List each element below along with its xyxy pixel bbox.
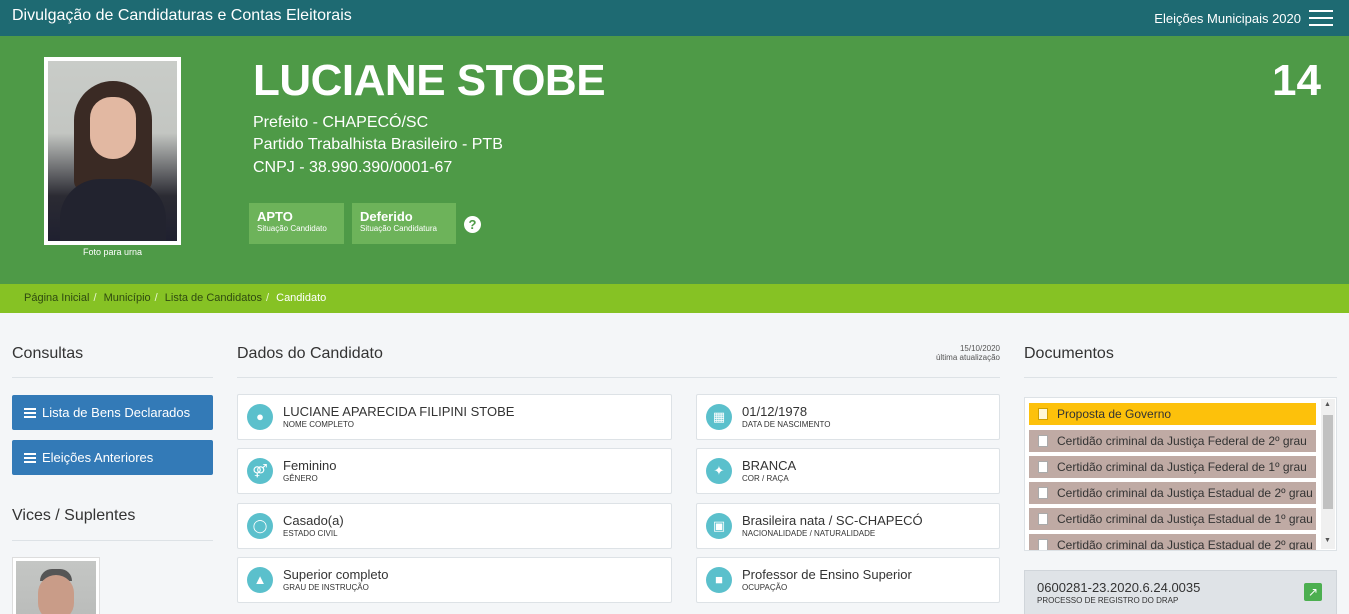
doc-certidao[interactable]: Certidão criminal da Justiça Estadual de… xyxy=(1029,534,1316,550)
scroll-up-icon[interactable]: ▲ xyxy=(1324,401,1331,408)
field-nome-completo: ● LUCIANE APARECIDA FILIPINI STOBE NOME C… xyxy=(237,394,672,440)
help-icon[interactable]: ? xyxy=(464,216,481,233)
eleicoes-anteriores-button[interactable]: Eleições Anteriores xyxy=(12,440,213,475)
documents-list: Proposta de Governo Certidão criminal da… xyxy=(1024,397,1337,551)
photo-caption: Foto para urna xyxy=(82,247,143,257)
doc-certidao[interactable]: Certidão criminal da Justiça Federal de … xyxy=(1029,456,1316,478)
candidate-name: LUCIANE STOBE xyxy=(253,56,606,105)
file-icon xyxy=(1038,487,1048,499)
processo-drap: 0600281-23.2020.6.24.0035 PROCESSO DE RE… xyxy=(1024,570,1337,614)
divider xyxy=(12,377,213,378)
candidate-number: 14 xyxy=(1272,56,1321,105)
field-ocupacao: ■ Professor de Ensino Superior OCUPAÇÃO xyxy=(696,557,1000,603)
ring-icon: ◯ xyxy=(247,513,273,539)
breadcrumb-lista-candidatos[interactable]: Lista de Candidatos xyxy=(165,292,262,304)
field-cor-raca: ✦ BRANCA COR / RAÇA xyxy=(696,448,1000,494)
vice-photo[interactable] xyxy=(12,557,100,614)
file-icon xyxy=(1038,513,1048,525)
gender-icon: ⚤ xyxy=(247,458,273,484)
last-updated: 15/10/2020 última atualização xyxy=(935,344,1000,362)
user-icon: ● xyxy=(247,404,273,430)
breadcrumb-home[interactable]: Página Inicial xyxy=(24,292,89,304)
field-nacionalidade: ▣ Brasileira nata / SC-CHAPECÓ NACIONALID… xyxy=(696,503,1000,549)
hamburger-menu-icon[interactable] xyxy=(1309,10,1333,26)
doc-certidao[interactable]: Certidão criminal da Justiça Estadual de… xyxy=(1029,508,1316,530)
external-link-icon[interactable]: ↗ xyxy=(1304,583,1322,601)
candidate-party: Partido Trabalhista Brasileiro - PTB xyxy=(253,136,503,153)
divider xyxy=(1024,377,1337,378)
scroll-down-icon[interactable]: ▼ xyxy=(1324,537,1331,544)
divider xyxy=(12,540,213,541)
list-icon xyxy=(24,408,36,418)
divider xyxy=(237,377,1000,378)
field-data-nascimento: ▦ 01/12/1978 DATA DE NASCIMENTO xyxy=(696,394,1000,440)
file-icon xyxy=(1038,539,1048,550)
dados-title: Dados do Candidato xyxy=(237,345,383,362)
calendar-icon: ▦ xyxy=(706,404,732,430)
breadcrumb: Página Inicial / Município / Lista de Cand… xyxy=(0,284,1349,313)
candidate-photo xyxy=(44,57,181,245)
candidate-header: Foto para urna LUCIANE STOBE Prefeito - … xyxy=(0,36,1349,284)
vices-title: Vices / Suplentes xyxy=(12,507,136,524)
status-badge-candidato: APTO Situação Candidato xyxy=(249,203,344,244)
breadcrumb-current: Candidato xyxy=(276,292,327,304)
field-genero: ⚤ Feminino GÊNERO xyxy=(237,448,672,494)
lista-bens-button[interactable]: Lista de Bens Declarados xyxy=(12,395,213,430)
graduation-cap-icon: ▲ xyxy=(247,567,273,593)
file-icon xyxy=(1038,408,1048,420)
breadcrumb-municipio[interactable]: Município xyxy=(104,292,151,304)
consultas-title: Consultas xyxy=(12,345,84,362)
list-icon xyxy=(24,453,36,463)
election-label: Eleições Municipais 2020 xyxy=(1154,11,1301,26)
file-icon xyxy=(1038,461,1048,473)
institution-icon: ■ xyxy=(706,567,732,593)
doc-certidao[interactable]: Certidão criminal da Justiça Federal de … xyxy=(1029,430,1316,452)
map-icon: ▣ xyxy=(706,513,732,539)
documentos-title: Documentos xyxy=(1024,345,1114,362)
doc-proposta-governo[interactable]: Proposta de Governo xyxy=(1029,403,1316,425)
person-icon: ✦ xyxy=(706,458,732,484)
status-badge-candidatura: Deferido Situação Candidatura xyxy=(352,203,456,244)
doc-certidao[interactable]: Certidão criminal da Justiça Estadual de… xyxy=(1029,482,1316,504)
field-estado-civil: ◯ Casado(a) ESTADO CIVIL xyxy=(237,503,672,549)
field-grau-instrucao: ▲ Superior completo GRAU DE INSTRUÇÃO xyxy=(237,557,672,603)
app-title[interactable]: Divulgação de Candidaturas e Contas Elei… xyxy=(12,7,352,25)
scrollbar-thumb[interactable] xyxy=(1323,415,1333,509)
scrollbar[interactable]: ▲ ▼ xyxy=(1321,399,1335,549)
file-icon xyxy=(1038,435,1048,447)
candidate-office: Prefeito - CHAPECÓ/SC xyxy=(253,114,429,131)
candidate-cnpj: CNPJ - 38.990.390/0001-67 xyxy=(253,159,453,176)
top-bar: Divulgação de Candidaturas e Contas Elei… xyxy=(0,0,1349,36)
